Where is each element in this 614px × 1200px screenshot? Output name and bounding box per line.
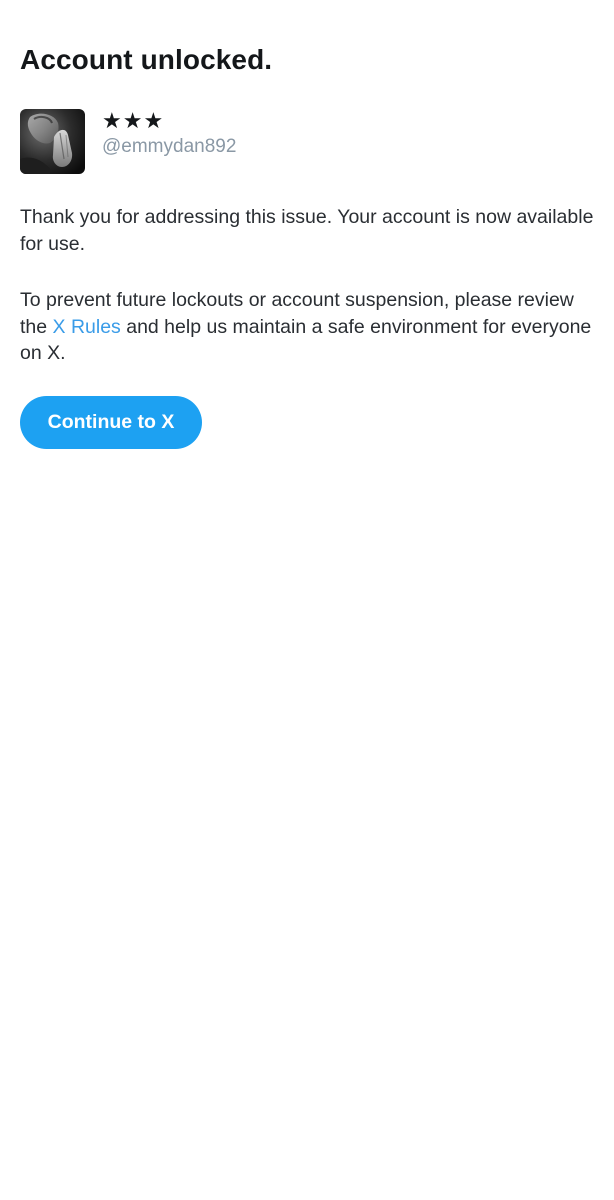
account-unlocked-page: Account unlocked. ★★★ @emmydan892 Thank … bbox=[0, 0, 614, 1200]
praying-hands-photo-icon bbox=[20, 109, 85, 174]
unlock-message: Thank you for addressing this issue. You… bbox=[20, 206, 594, 255]
display-name: ★★★ bbox=[102, 108, 165, 133]
profile-card: ★★★ @emmydan892 bbox=[20, 109, 236, 174]
profile-text: ★★★ @emmydan892 bbox=[102, 109, 236, 159]
user-handle: @emmydan892 bbox=[102, 136, 237, 157]
page-title: Account unlocked. bbox=[20, 44, 273, 75]
continue-to-x-button[interactable]: Continue to X bbox=[20, 396, 202, 449]
x-rules-link[interactable]: X Rules bbox=[53, 316, 121, 338]
avatar bbox=[20, 109, 85, 174]
rules-message: To prevent future lockouts or account su… bbox=[20, 287, 594, 367]
